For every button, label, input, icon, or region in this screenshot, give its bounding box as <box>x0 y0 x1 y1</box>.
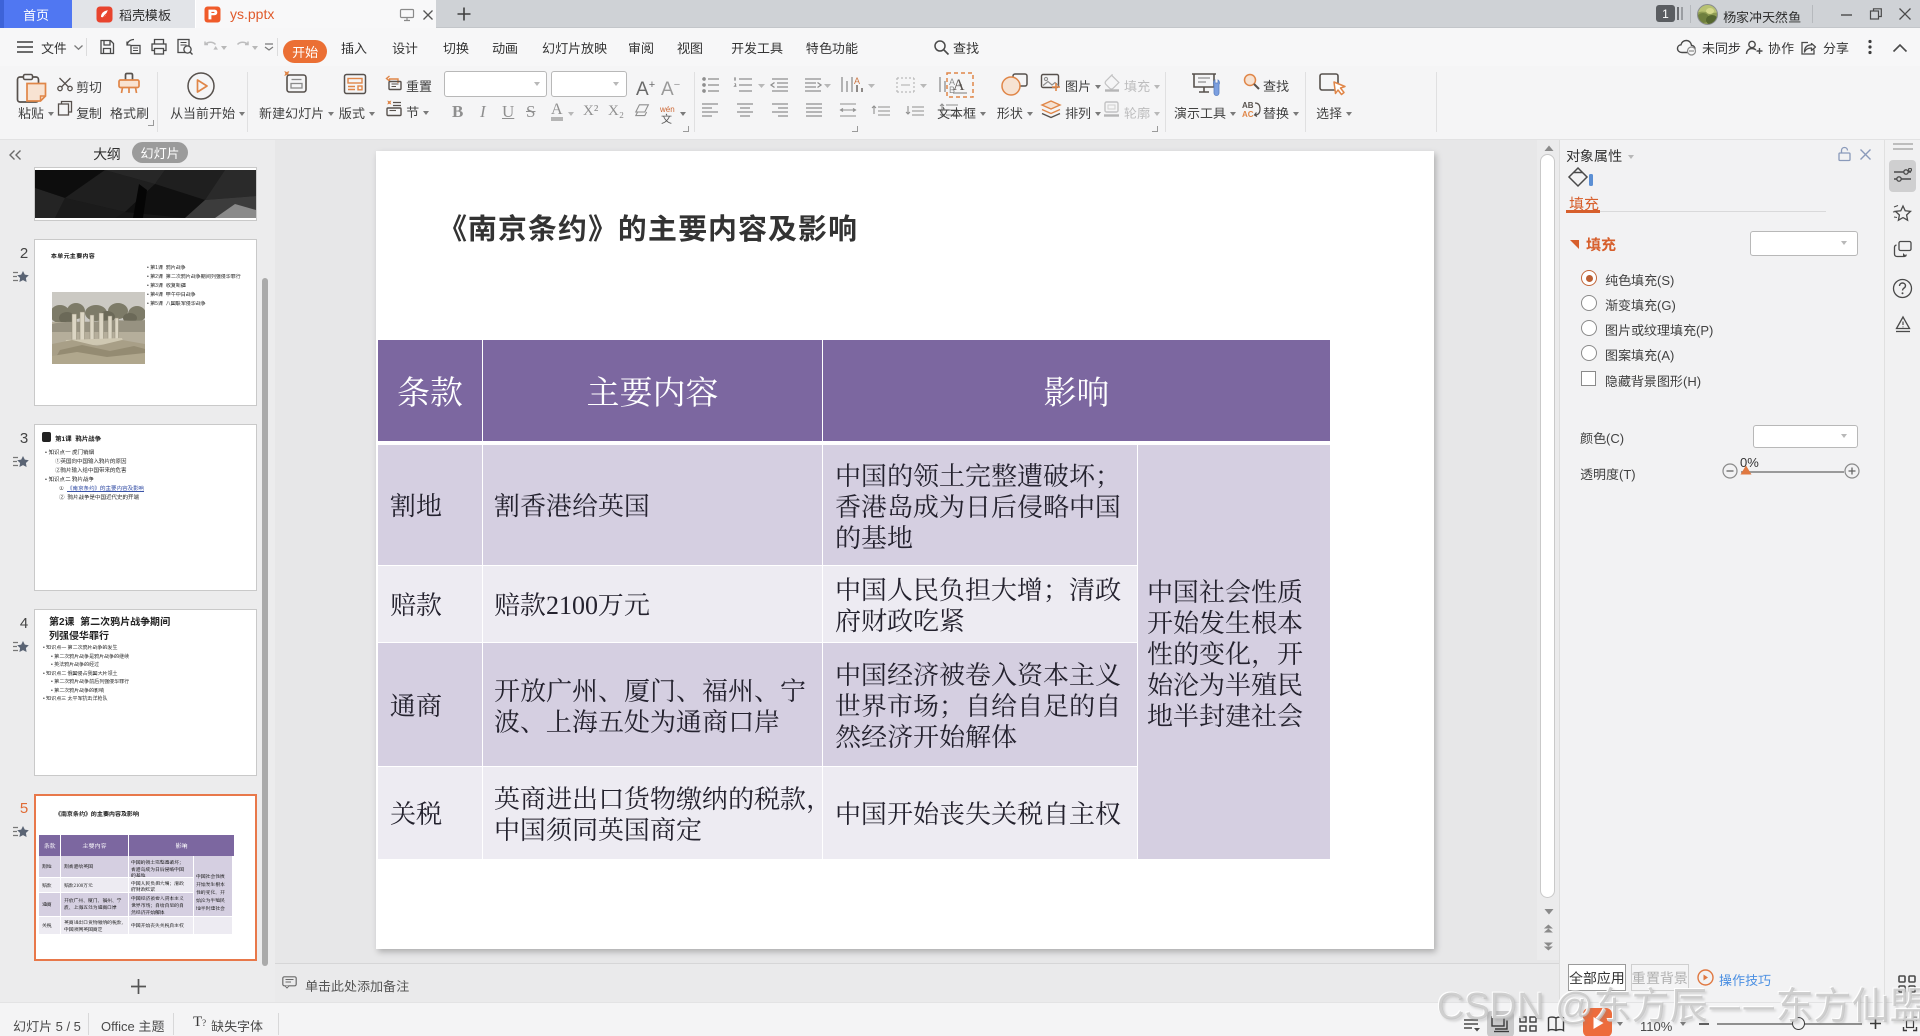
svg-text:中国须同英国商定: 中国须同英国商定 <box>64 926 103 933</box>
svg-text:割地: 割地 <box>42 863 52 870</box>
svg-text:赔款2100万元: 赔款2100万元 <box>64 882 93 889</box>
svg-text:英商进出口货物缴纳的税款，: 英商进出口货物缴纳的税款， <box>64 919 126 926</box>
svg-text:A: A <box>953 77 965 94</box>
svg-text:开始发生根本: 开始发生根本 <box>196 881 225 888</box>
svg-text:然经济开始解体: 然经济开始解体 <box>131 909 165 916</box>
svg-text:AB: AB <box>1242 101 1254 110</box>
svg-text:性的变化，开: 性的变化，开 <box>196 889 225 896</box>
svg-text:中国开始丧失关税自主权: 中国开始丧失关税自主权 <box>131 922 184 929</box>
svg-text:赔款: 赔款 <box>42 882 52 889</box>
svg-text:通商: 通商 <box>42 901 52 908</box>
svg-text:始沦为半殖民: 始沦为半殖民 <box>195 897 225 904</box>
svg-text:的基地: 的基地 <box>131 872 146 879</box>
svg-text:中国社会性质: 中国社会性质 <box>196 873 225 880</box>
svg-text:AC: AC <box>1242 110 1254 118</box>
svg-text:波、上海五处为通商口岸: 波、上海五处为通商口岸 <box>63 904 117 911</box>
svg-text:府财政吃紧: 府财政吃紧 <box>130 886 155 893</box>
svg-text:中国经济被卷入资本主义: 中国经济被卷入资本主义 <box>131 895 184 902</box>
svg-text:割香港给英国: 割香港给英国 <box>64 863 93 870</box>
svg-text:A: A <box>854 76 860 86</box>
svg-text:开放广州、厦门、福州、宁: 开放广州、厦门、福州、宁 <box>64 897 122 904</box>
svg-text:中国的领土完整遭破坏；: 中国的领土完整遭破坏； <box>131 859 184 866</box>
svg-text:世界市场；自给自足的自: 世界市场；自给自足的自 <box>131 902 184 909</box>
svg-text:地半封建社会: 地半封建社会 <box>195 905 225 912</box>
svg-text:关税: 关税 <box>42 922 52 929</box>
